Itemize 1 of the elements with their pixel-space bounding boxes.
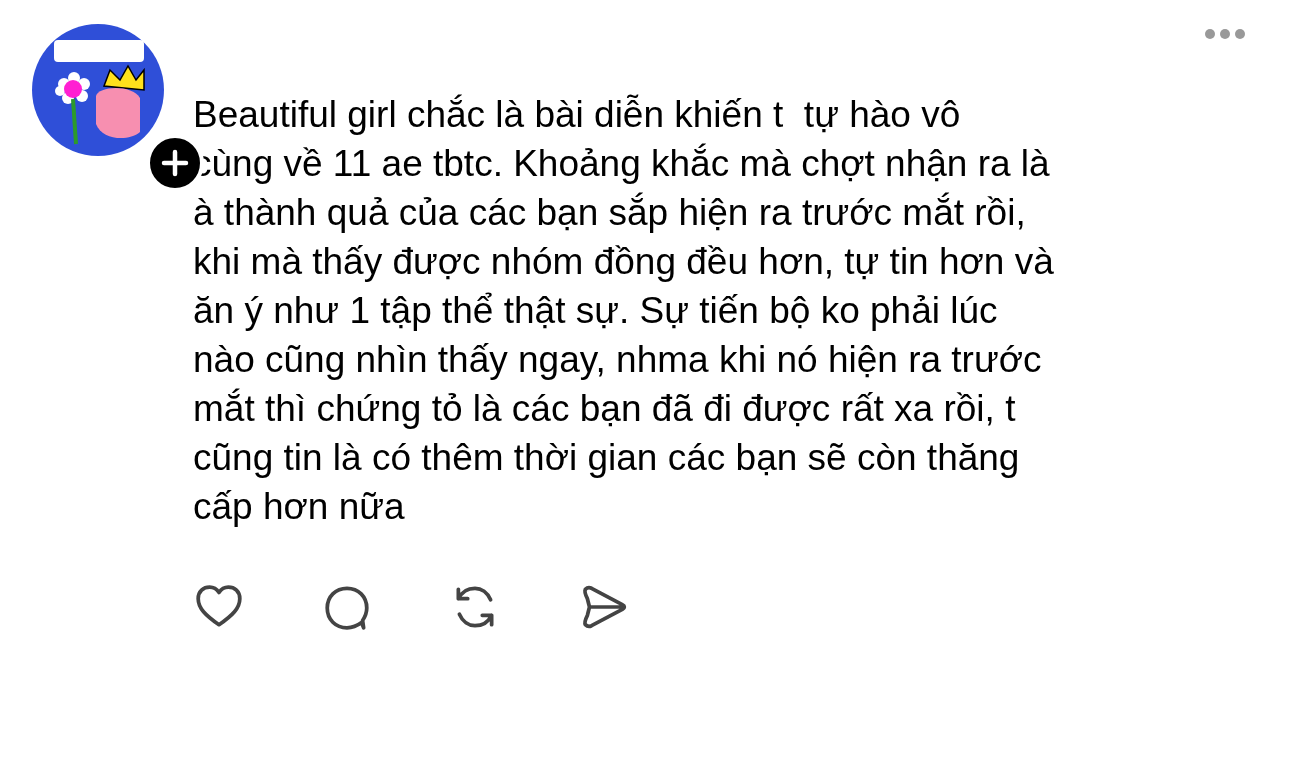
more-options-icon[interactable] [1204,28,1246,40]
